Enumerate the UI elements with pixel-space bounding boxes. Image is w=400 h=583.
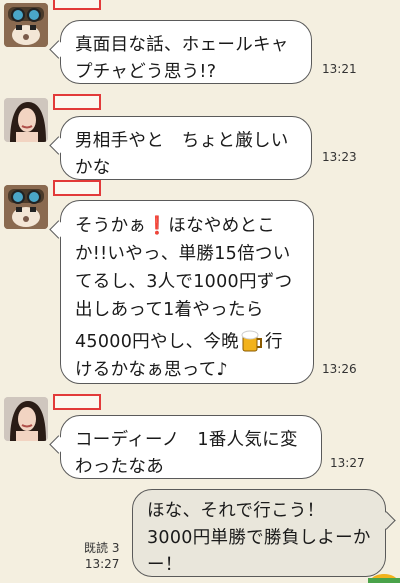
sender-avatar[interactable] <box>4 98 48 142</box>
sender-name-redacted <box>53 180 101 196</box>
message-time: 13:21 <box>322 62 357 76</box>
message-text: かな <box>75 158 111 179</box>
message-text: コーディーノ 1番人気に変 <box>75 430 298 450</box>
message-text: 3000円単勝で勝負しよーか <box>147 528 371 549</box>
message-text: ー！ <box>147 555 183 576</box>
message-time: 13:23 <box>322 150 357 164</box>
exclamation-icon: ❗ <box>146 216 169 236</box>
sticker-fragment-icon <box>368 574 400 583</box>
message-text: 45000円やし、今晩行 <box>75 328 299 356</box>
beer-mug-icon <box>241 329 263 353</box>
message-time: 13:27 <box>330 456 365 470</box>
sender-avatar[interactable] <box>4 185 48 229</box>
sender-avatar[interactable] <box>4 397 48 441</box>
message-text: そうかぁ❗ほなやめとこ <box>75 216 276 236</box>
message-text: 出しあって1着やったら <box>75 300 264 320</box>
message-text: わったなあ <box>75 457 164 478</box>
message-text: プチャどう思う!? <box>75 62 217 83</box>
message-text: 男相手やと ちょと厳しい <box>75 131 289 151</box>
read-receipt: 既読 3 13:27 <box>84 541 120 572</box>
cartoon-man-goggles-avatar-icon <box>4 185 48 229</box>
message-text: 真面目な話、ホェールキャ <box>75 35 289 55</box>
sender-name-redacted <box>53 0 101 10</box>
message-time: 13:26 <box>322 362 357 376</box>
message-bubble[interactable]: そうかぁ❗ほなやめとこ か!!いやっ、単勝15倍つい てるし、3人で1000円ず… <box>60 200 314 384</box>
message-text: てるし、3人で1000円ずつ <box>75 272 293 292</box>
woman-photo-avatar-icon <box>4 397 48 441</box>
cartoon-man-goggles-avatar-icon <box>4 3 48 47</box>
sender-name-redacted <box>53 394 101 410</box>
message-text: か!!いやっ、単勝15倍つい <box>75 244 291 264</box>
chat-log: 真面目な話、ホェールキャ プチャどう思う!? 13:21 男相手やと ちょと厳し… <box>0 0 400 583</box>
sender-name-redacted <box>53 94 101 110</box>
message-bubble-sent[interactable]: ほな、それで行こう！ 3000円単勝で勝負しよーか ー！ <box>132 489 386 577</box>
message-bubble[interactable]: 男相手やと ちょと厳しい かな <box>60 116 312 180</box>
sender-avatar[interactable] <box>4 3 48 47</box>
message-bubble[interactable]: 真面目な話、ホェールキャ プチャどう思う!? <box>60 20 312 84</box>
woman-photo-avatar-icon <box>4 98 48 142</box>
message-text: ほな、それで行こう！ <box>147 501 325 521</box>
message-text: けるかなぁ思って♪ <box>75 360 228 380</box>
message-bubble[interactable]: コーディーノ 1番人気に変 わったなあ <box>60 415 322 479</box>
